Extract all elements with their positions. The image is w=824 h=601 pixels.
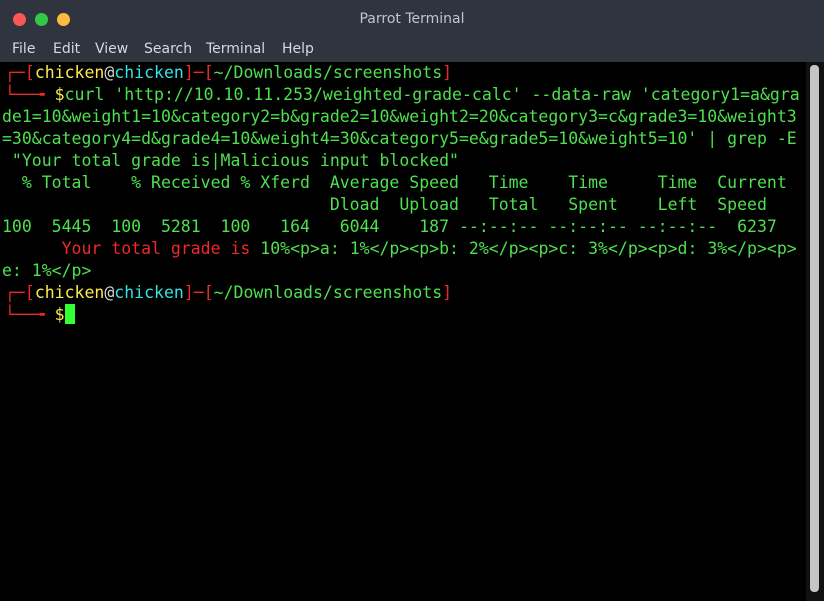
- menu-edit[interactable]: Edit: [53, 41, 80, 57]
- prompt-host: chicken: [114, 63, 184, 82]
- prompt-host: chicken: [114, 283, 184, 302]
- grep-match: Your total grade is: [61, 239, 251, 258]
- curl-progress-header: % Total % Received % Xferd Average Speed…: [2, 173, 787, 192]
- prompt-corner-bottom-icon: └──╼: [5, 85, 55, 104]
- command-text: curl 'http://10.10.11.253/weighted-grade…: [64, 85, 800, 104]
- vertical-scrollbar[interactable]: [806, 62, 824, 601]
- terminal-window: Parrot Terminal File Edit View Search Te…: [0, 0, 824, 601]
- prompt-corner-bottom-icon: └──╼: [5, 305, 55, 324]
- prompt-line: ┌─[chicken@chicken]─[~/Downloads/screens…: [5, 63, 453, 82]
- prompt-symbol: $: [54, 305, 65, 324]
- menu-terminal[interactable]: Terminal: [206, 41, 265, 57]
- prompt-at: @: [104, 283, 115, 302]
- command-continuation: =30&category4=d&grade4=10&weight4=30&cat…: [2, 129, 797, 148]
- terminal-output-area[interactable]: ┌─[chicken@chicken]─[~/Downloads/screens…: [0, 62, 806, 601]
- grep-result-line: Your total grade is 10%<p>a: 1%</p><p>b:…: [61, 239, 797, 258]
- grep-result-continuation: e: 1%</p>: [2, 261, 92, 280]
- text-cursor: [64, 304, 75, 324]
- command-continuation: "Your total grade is|Malicious input blo…: [2, 151, 459, 170]
- menu-bar: File Edit View Search Terminal Help: [0, 38, 824, 62]
- prompt-path: ~/Downloads/screenshots: [213, 283, 443, 302]
- command-line: └──╼ $curl 'http://10.10.11.253/weighted…: [5, 84, 800, 106]
- prompt-symbol: $: [54, 85, 65, 104]
- prompt-corner-top-icon: ┌─[: [5, 63, 35, 82]
- curl-progress-stats: 100 5445 100 5281 100 164 6044 187 --:--…: [2, 217, 777, 236]
- window-title: Parrot Terminal: [359, 11, 465, 27]
- menu-search[interactable]: Search: [144, 41, 192, 57]
- curl-progress-header: Dload Upload Total Spent Left Speed: [2, 195, 767, 214]
- prompt-user: chicken: [34, 283, 105, 302]
- command-line: └──╼ $: [5, 304, 75, 326]
- prompt-at: @: [104, 63, 115, 82]
- command-continuation: de1=10&weight1=10&category2=b&grade2=10&…: [2, 107, 797, 126]
- prompt-corner-top-icon: ┌─[: [5, 283, 35, 302]
- menu-file[interactable]: File: [12, 41, 35, 57]
- title-bar[interactable]: Parrot Terminal: [0, 0, 824, 38]
- menu-help[interactable]: Help: [282, 41, 314, 57]
- prompt-line: ┌─[chicken@chicken]─[~/Downloads/screens…: [5, 283, 453, 302]
- menu-view[interactable]: View: [95, 41, 128, 57]
- scrollbar-thumb[interactable]: [810, 65, 819, 592]
- prompt-path: ~/Downloads/screenshots: [213, 63, 443, 82]
- prompt-user: chicken: [34, 63, 105, 82]
